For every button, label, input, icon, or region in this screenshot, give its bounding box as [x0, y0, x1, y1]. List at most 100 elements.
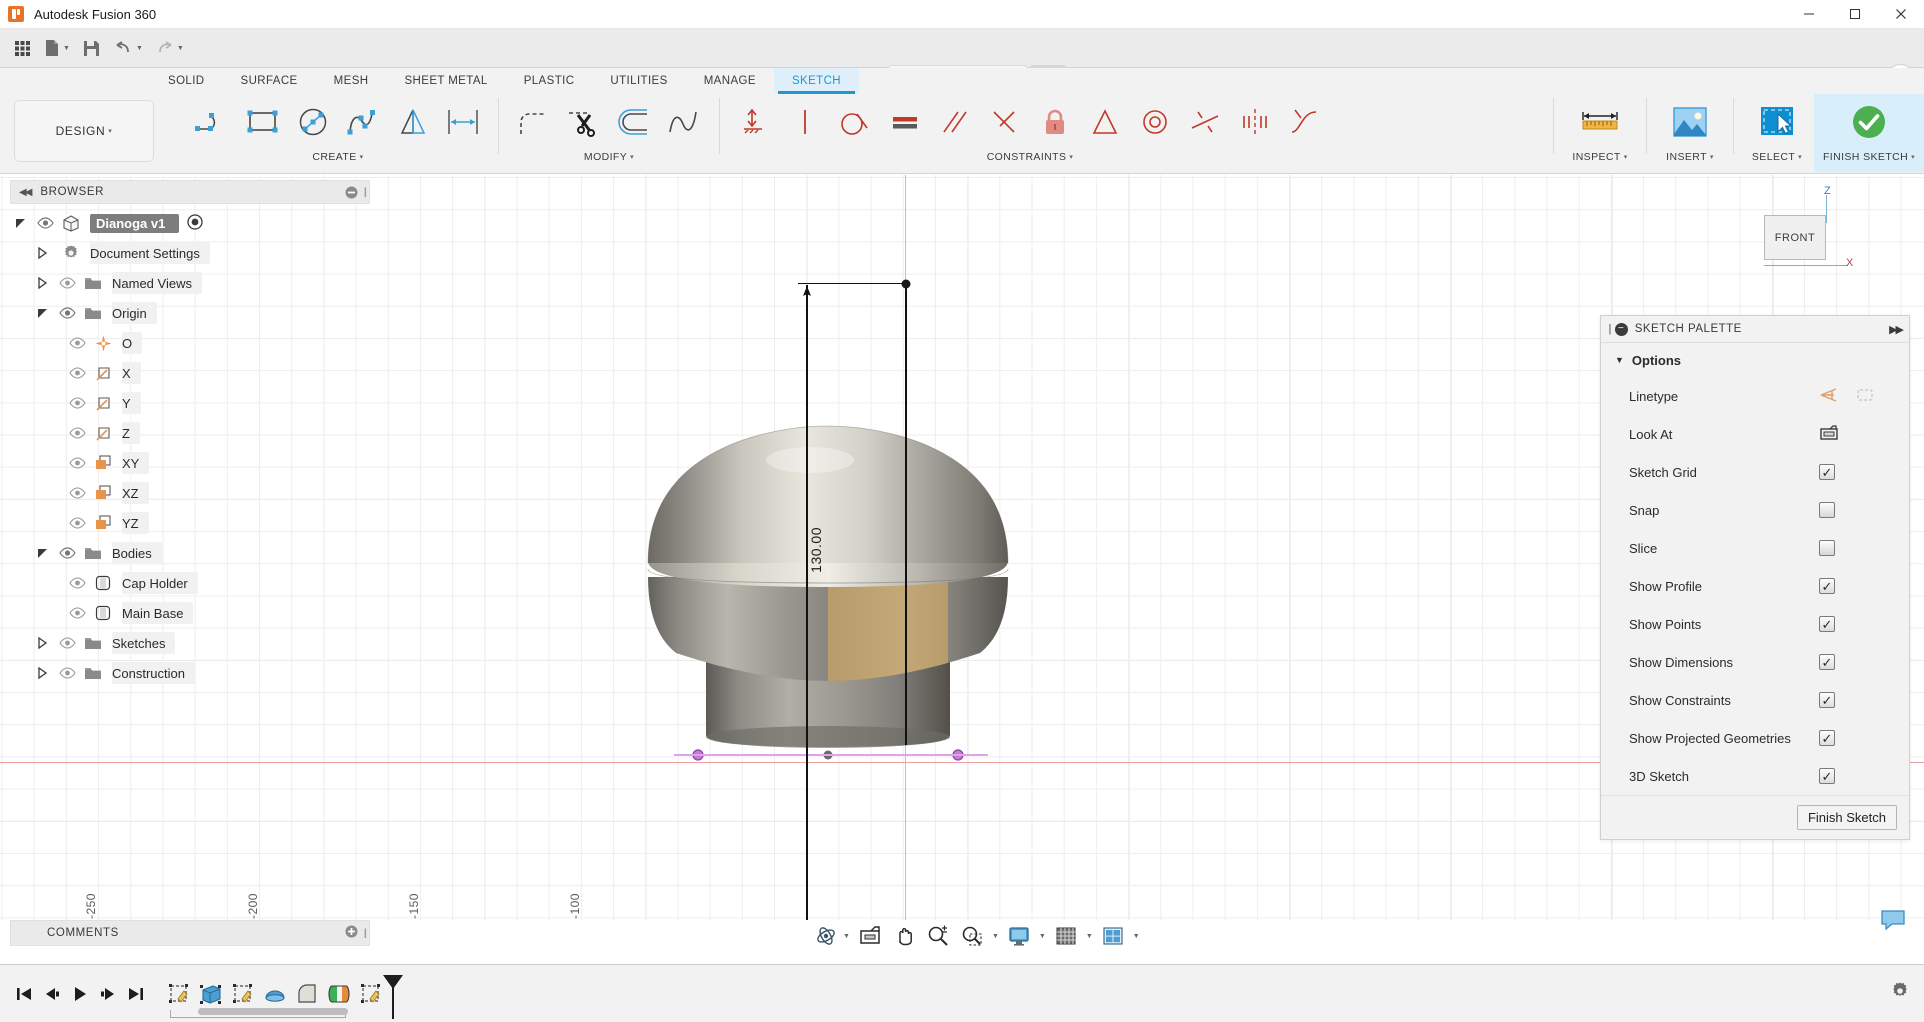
visibility-eye-icon[interactable]	[54, 277, 80, 289]
curvature-constraint[interactable]	[1280, 97, 1330, 147]
concentric-constraint[interactable]	[1130, 97, 1180, 147]
visibility-eye-icon[interactable]	[54, 637, 80, 649]
timeline-scrollbar[interactable]	[198, 1008, 348, 1015]
timeline-next-button[interactable]	[94, 979, 122, 1009]
look-at-icon[interactable]	[1819, 424, 1839, 445]
tree-item-sketches[interactable]: Sketches	[10, 628, 380, 658]
chevron-down-icon[interactable]: ▼	[1086, 933, 1093, 940]
zoom-button[interactable]	[924, 921, 952, 951]
tree-item-cap-holder[interactable]: Cap Holder	[10, 568, 380, 598]
workspace-selector[interactable]: DESIGN ▾	[14, 100, 154, 162]
visibility-eye-icon[interactable]	[64, 337, 90, 349]
inspect-button[interactable]	[1564, 97, 1636, 147]
symmetry-constraint[interactable]	[1230, 97, 1280, 147]
sketch-dimension-tool[interactable]	[438, 97, 488, 147]
break-tool[interactable]	[659, 97, 709, 147]
perpendicular-constraint[interactable]	[980, 97, 1030, 147]
grid-snaps-button[interactable]	[1052, 921, 1080, 951]
tree-item-origin-point[interactable]: O	[10, 328, 380, 358]
save-button[interactable]	[78, 33, 106, 63]
dimension-value[interactable]: 130.00	[808, 527, 824, 573]
visibility-eye-icon[interactable]	[64, 487, 90, 499]
maximize-button[interactable]	[1832, 0, 1878, 29]
tab-utilities[interactable]: UTILITIES	[592, 68, 685, 94]
expander-open-icon[interactable]	[32, 307, 54, 319]
tab-surface[interactable]: SURFACE	[223, 68, 316, 94]
orbit-button[interactable]	[812, 921, 840, 951]
app-grid-button[interactable]	[8, 33, 36, 63]
tree-item-bodies[interactable]: Bodies	[10, 538, 380, 568]
visibility-eye-icon[interactable]	[54, 667, 80, 679]
tab-mesh[interactable]: MESH	[316, 68, 387, 94]
parallel-constraint[interactable]	[930, 97, 980, 147]
construction-linetype-icon[interactable]	[1855, 386, 1875, 407]
trim-tool[interactable]	[559, 97, 609, 147]
tree-item-document-settings[interactable]: Document Settings	[10, 238, 380, 268]
timeline-playhead-marker[interactable]	[383, 974, 403, 1019]
comments-panel-header[interactable]: COMMENTS ||	[10, 920, 370, 946]
tree-item-named-views[interactable]: Named Views	[10, 268, 380, 298]
comments-resize-grip[interactable]: ||	[364, 928, 368, 939]
expander-open-icon[interactable]	[32, 547, 54, 559]
timeline-play-button[interactable]	[66, 979, 94, 1009]
activate-component-radio[interactable]	[187, 213, 204, 233]
timeline-sketch-3[interactable]	[356, 979, 386, 1009]
timeline-sketch-2[interactable]	[228, 979, 258, 1009]
timeline-appearance-1[interactable]	[324, 979, 354, 1009]
visibility-eye-icon[interactable]	[64, 517, 90, 529]
select-button[interactable]	[1744, 97, 1810, 147]
timeline-last-button[interactable]	[122, 979, 150, 1009]
visibility-eye-icon[interactable]	[64, 607, 90, 619]
equal-constraint[interactable]	[880, 97, 930, 147]
tree-item-plane-xy[interactable]: XY	[10, 448, 380, 478]
view-cube[interactable]: Z FRONT X	[1742, 185, 1862, 295]
tab-plastic[interactable]: PLASTIC	[506, 68, 593, 94]
visibility-eye-icon[interactable]	[64, 577, 90, 589]
offset-tool[interactable]	[609, 97, 659, 147]
expander-closed-icon[interactable]	[32, 277, 54, 289]
3d-sketch-checkbox[interactable]: ✓	[1819, 768, 1835, 784]
expand-right-icon[interactable]: ▶▶	[1889, 323, 1904, 336]
normal-linetype-icon[interactable]	[1819, 386, 1839, 407]
visibility-eye-icon[interactable]	[64, 457, 90, 469]
insert-button[interactable]	[1657, 97, 1723, 147]
show-constraints-checkbox[interactable]: ✓	[1819, 692, 1835, 708]
visibility-eye-icon[interactable]	[64, 367, 90, 379]
tree-item-axis-y[interactable]: Y	[10, 388, 380, 418]
visibility-eye-icon[interactable]	[54, 547, 80, 559]
fix-unfix-constraint[interactable]	[1030, 97, 1080, 147]
feedback-button[interactable]	[1880, 908, 1908, 934]
expander-closed-icon[interactable]	[32, 247, 54, 259]
tree-item-plane-xz[interactable]: XZ	[10, 478, 380, 508]
tab-manage[interactable]: MANAGE	[686, 68, 774, 94]
tree-item-axis-x[interactable]: X	[10, 358, 380, 388]
viewports-button[interactable]	[1099, 921, 1127, 951]
collinear-constraint[interactable]	[1180, 97, 1230, 147]
expander-open-icon[interactable]	[10, 217, 32, 229]
midpoint-constraint[interactable]	[1080, 97, 1130, 147]
tree-item-plane-yz[interactable]: YZ	[10, 508, 380, 538]
visibility-eye-icon[interactable]	[64, 427, 90, 439]
minimize-circle-icon[interactable]: −	[1614, 322, 1628, 336]
timeline-extrude-1[interactable]	[196, 979, 226, 1009]
timeline-prev-button[interactable]	[38, 979, 66, 1009]
tree-item-main-base[interactable]: Main Base	[10, 598, 380, 628]
snap-checkbox[interactable]	[1819, 502, 1835, 518]
minimize-button[interactable]	[1786, 0, 1832, 29]
tree-item-origin[interactable]: Origin	[10, 298, 380, 328]
expander-closed-icon[interactable]	[32, 637, 54, 649]
visibility-eye-icon[interactable]	[54, 307, 80, 319]
timeline-sketch-1[interactable]	[164, 979, 194, 1009]
chevron-down-icon[interactable]: ▼	[843, 933, 850, 940]
viewcube-front-face[interactable]: FRONT	[1764, 215, 1826, 260]
collapse-left-icon[interactable]: ◀◀	[19, 187, 32, 198]
pan-button[interactable]	[890, 921, 918, 951]
show-points-checkbox[interactable]: ✓	[1819, 616, 1835, 632]
timeline-fillet-1[interactable]	[292, 979, 322, 1009]
display-settings-button[interactable]	[1005, 921, 1033, 951]
line-tool[interactable]	[188, 97, 238, 147]
horizontal-vertical-constraint[interactable]	[730, 97, 780, 147]
timeline-settings-button[interactable]	[1890, 981, 1910, 1006]
finish-sketch-palette-button[interactable]: Finish Sketch	[1796, 805, 1897, 830]
visibility-eye-icon[interactable]	[32, 217, 58, 229]
